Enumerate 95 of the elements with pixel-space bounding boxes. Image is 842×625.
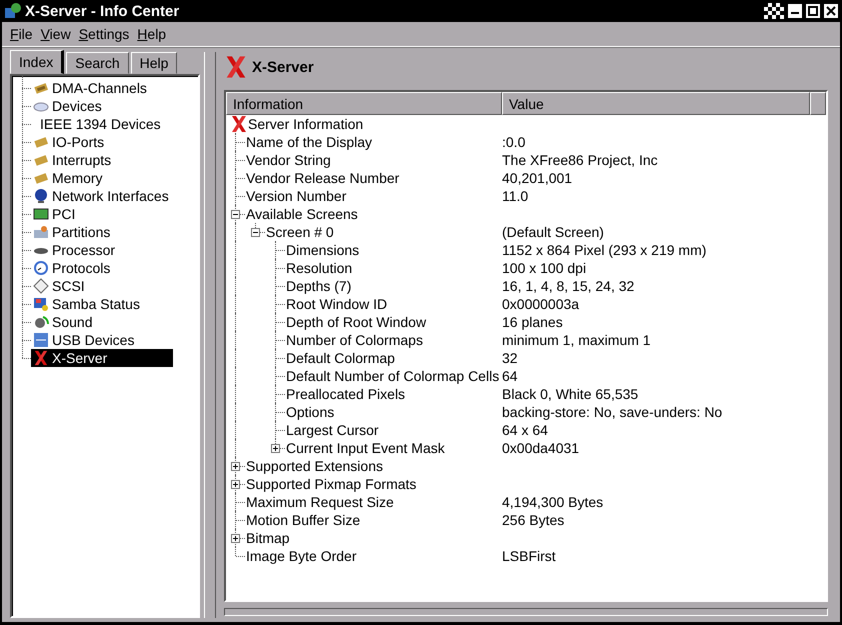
tree-label[interactable]: Depths (7) xyxy=(286,277,352,295)
value-cell-text: :0.0 xyxy=(501,134,526,150)
value-cell-text: backing-store: No, save-unders: No xyxy=(501,404,722,420)
tree-label[interactable]: Name of the Display xyxy=(246,133,372,151)
tree-label[interactable]: Number of Colormaps xyxy=(286,331,423,349)
tree-label[interactable]: Options xyxy=(286,403,334,421)
sidebar-item[interactable]: PCI xyxy=(31,205,78,223)
tree-label[interactable]: Largest Cursor xyxy=(286,421,379,439)
screen-icon xyxy=(33,296,49,312)
tab[interactable]: Help xyxy=(130,52,178,74)
column-header[interactable]: Value xyxy=(502,92,810,115)
sidebar-item[interactable]: Devices xyxy=(31,97,104,115)
value-cell-text: 32 xyxy=(501,350,518,366)
value-cell-text: 256 Bytes xyxy=(501,512,564,528)
sidebar-item[interactable]: X-Server xyxy=(31,349,173,367)
sidebar-item[interactable]: Partitions xyxy=(31,223,112,241)
module-title: X-Server xyxy=(252,58,314,76)
diamond-icon xyxy=(33,278,49,294)
tree-label[interactable]: Supported Pixmap Formats xyxy=(246,475,416,493)
speaker-icon xyxy=(33,314,49,330)
tree-label[interactable]: Dimensions xyxy=(286,241,360,259)
x-icon xyxy=(224,55,248,79)
checker-icon[interactable] xyxy=(764,3,784,19)
tree-label[interactable]: Vendor Release Number xyxy=(246,169,400,187)
x-icon xyxy=(33,350,49,366)
tree-label[interactable]: Preallocated Pixels xyxy=(286,385,406,403)
tab[interactable]: Index xyxy=(10,50,64,74)
sidebar-item[interactable]: IO-Ports xyxy=(31,133,106,151)
value-cell-text: minimum 1, maximum 1 xyxy=(501,332,651,348)
expand-icon[interactable] xyxy=(231,462,240,471)
value-cell-text: 64 xyxy=(501,368,518,384)
collapse-icon[interactable] xyxy=(251,228,260,237)
tree-label[interactable]: Available Screens xyxy=(246,205,358,223)
sidebar-item[interactable]: Interrupts xyxy=(31,151,114,169)
tree-label[interactable]: Default Number of Colormap Cells xyxy=(286,367,500,385)
tree-label[interactable]: Default Colormap xyxy=(286,349,395,367)
value-cell-text: 40,201,001 xyxy=(501,170,572,186)
value-cell-text: 16 planes xyxy=(501,314,563,330)
sidebar-item[interactable]: IEEE 1394 Devices xyxy=(31,115,163,133)
tree-label[interactable]: Server Information xyxy=(248,115,364,133)
value-cell-text: 100 x 100 dpi xyxy=(501,260,586,276)
tab[interactable]: Search xyxy=(66,52,129,74)
value-cell-text: 0x00da4031 xyxy=(501,440,580,456)
sidebar-item[interactable]: Samba Status xyxy=(31,295,142,313)
close-icon[interactable] xyxy=(824,4,838,18)
window-title: X-Server - Info Center xyxy=(25,2,180,20)
maximize-icon[interactable] xyxy=(806,4,820,18)
tree-label[interactable]: Supported Extensions xyxy=(246,457,383,475)
expand-icon[interactable] xyxy=(231,480,240,489)
minimize-icon[interactable] xyxy=(788,4,802,18)
value-cell-text: 0x0000003a xyxy=(501,296,580,312)
value-cell-text: LSBFirst xyxy=(501,548,556,564)
drive-icon xyxy=(33,224,49,240)
globe-icon xyxy=(33,188,49,204)
expand-icon[interactable] xyxy=(231,534,240,543)
menu-item[interactable]: Help xyxy=(137,26,166,42)
value-cell-text: 64 x 64 xyxy=(501,422,548,438)
menu-item[interactable]: Settings xyxy=(78,26,130,42)
sidebar-item[interactable]: Processor xyxy=(31,241,118,259)
tree-label[interactable]: Resolution xyxy=(286,259,352,277)
tree-label[interactable]: Vendor String xyxy=(246,151,331,169)
app-icon xyxy=(4,2,22,20)
value-cell-text: 11.0 xyxy=(501,188,528,204)
collapse-icon[interactable] xyxy=(231,210,240,219)
sidebar-item[interactable]: Memory xyxy=(31,169,105,187)
value-cell-text: 4,194,300 Bytes xyxy=(501,494,604,510)
splitter-handle[interactable] xyxy=(204,52,216,618)
sidebar-item[interactable]: SCSI xyxy=(31,277,87,295)
value-cell-text: Black 0, White 65,535 xyxy=(501,386,638,402)
tree-label[interactable]: Screen # 0 xyxy=(266,223,334,241)
sidebar-item[interactable]: DMA-Channels xyxy=(31,79,149,97)
sidebar-item[interactable]: Sound xyxy=(31,313,94,331)
sidebar-item[interactable]: Network Interfaces xyxy=(31,187,171,205)
tree-label[interactable]: Version Number xyxy=(246,187,346,205)
tree-label[interactable]: Bitmap xyxy=(246,529,290,547)
card-icon xyxy=(33,206,49,222)
sidebar-item[interactable]: Protocols xyxy=(31,259,112,277)
value-cell-text: (Default Screen) xyxy=(501,224,604,240)
tree-label[interactable]: Maximum Request Size xyxy=(246,493,394,511)
x-icon xyxy=(230,115,248,133)
tree-label[interactable]: Root Window ID xyxy=(286,295,388,313)
value-cell-text: 16, 1, 4, 8, 15, 24, 32 xyxy=(501,278,634,294)
value-cell-text: 1152 x 864 Pixel (293 x 219 mm) xyxy=(501,242,706,258)
usb-icon xyxy=(33,332,49,348)
tree-label[interactable]: Image Byte Order xyxy=(246,547,356,565)
tree-label[interactable]: Motion Buffer Size xyxy=(246,511,360,529)
tree-label[interactable]: Current Input Event Mask xyxy=(286,439,445,457)
clock-icon xyxy=(33,260,49,276)
value-cell-text: The XFree86 Project, Inc xyxy=(501,152,658,168)
menu-item[interactable]: View xyxy=(40,26,71,42)
menu-item[interactable]: File xyxy=(10,26,33,42)
sidebar-item[interactable]: USB Devices xyxy=(31,331,136,349)
tree-label[interactable]: Depth of Root Window xyxy=(286,313,426,331)
expand-icon[interactable] xyxy=(271,444,280,453)
column-header[interactable]: Information xyxy=(226,92,502,115)
